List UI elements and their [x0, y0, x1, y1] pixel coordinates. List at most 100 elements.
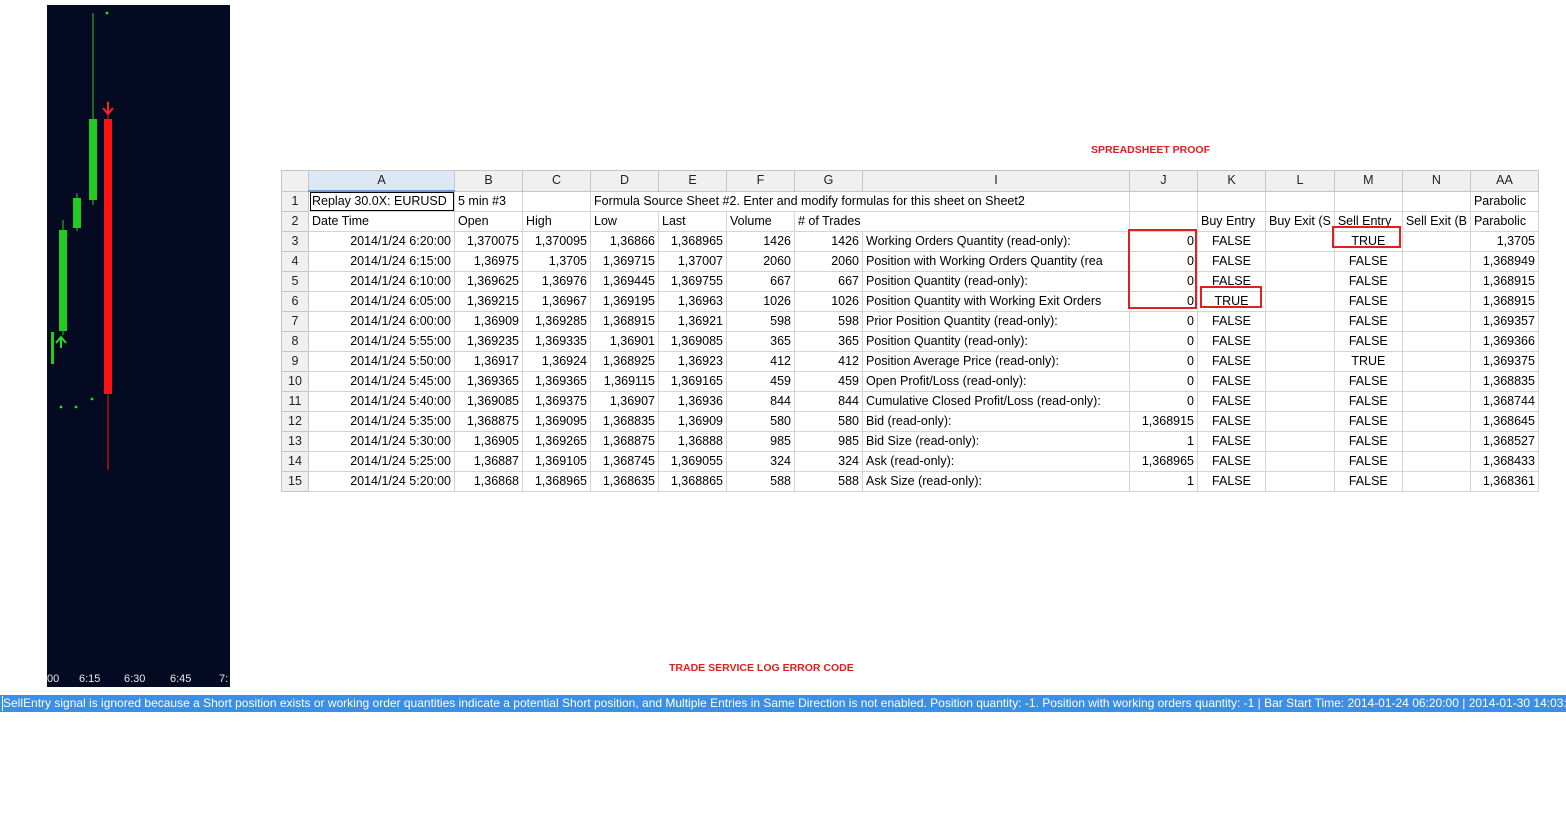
- cell[interactable]: 2060: [794, 251, 863, 272]
- cell[interactable]: 1,369105: [522, 451, 591, 472]
- cell[interactable]: [1401, 451, 1471, 472]
- column-header[interactable]: J: [1129, 170, 1198, 192]
- cell[interactable]: [1265, 391, 1335, 412]
- cell[interactable]: 2014/1/24 6:00:00: [308, 311, 455, 332]
- cell[interactable]: Parabolic: [1469, 211, 1539, 232]
- cell[interactable]: Bid (read-only):: [862, 411, 1130, 432]
- cell[interactable]: 1,368875: [454, 411, 523, 432]
- cell[interactable]: 1,368835: [590, 411, 659, 432]
- cell[interactable]: High: [522, 211, 591, 232]
- cell[interactable]: [1197, 190, 1266, 212]
- row-header[interactable]: 10: [281, 371, 309, 392]
- cell[interactable]: 1,369165: [658, 371, 727, 392]
- cell[interactable]: 1,369375: [522, 391, 591, 412]
- cell[interactable]: 0: [1129, 331, 1198, 352]
- cell[interactable]: 1,36921: [658, 311, 727, 332]
- row-header[interactable]: 11: [281, 391, 309, 412]
- cell[interactable]: 1426: [794, 231, 863, 252]
- cell[interactable]: 580: [726, 411, 795, 432]
- cell[interactable]: 1,369365: [522, 371, 591, 392]
- cell[interactable]: [1265, 271, 1335, 292]
- cell[interactable]: 0: [1129, 351, 1198, 372]
- cell[interactable]: FALSE: [1333, 271, 1403, 292]
- cell[interactable]: 2014/1/24 5:20:00: [308, 471, 455, 492]
- cell[interactable]: [1401, 391, 1471, 412]
- trade-service-log-selected-line[interactable]: SellEntry signal is ignored because a Sh…: [0, 695, 1566, 712]
- cell[interactable]: 1,36963: [658, 291, 727, 312]
- cell[interactable]: 2014/1/24 5:25:00: [308, 451, 455, 472]
- cell[interactable]: 1,36909: [658, 411, 727, 432]
- cell[interactable]: 1,368915: [1469, 271, 1539, 292]
- cell[interactable]: 1,368745: [590, 451, 659, 472]
- cell[interactable]: 1,36936: [658, 391, 727, 412]
- cell[interactable]: 1,368915: [1469, 291, 1539, 312]
- cell[interactable]: FALSE: [1197, 471, 1266, 492]
- row-header[interactable]: 1: [281, 190, 309, 212]
- cell[interactable]: Ask (read-only):: [862, 451, 1130, 472]
- cell[interactable]: Position Quantity (read-only):: [862, 271, 1130, 292]
- cell[interactable]: FALSE: [1197, 351, 1266, 372]
- cell[interactable]: 1026: [794, 291, 863, 312]
- row-header[interactable]: 9: [281, 351, 309, 372]
- cell[interactable]: 1,369085: [454, 391, 523, 412]
- cell[interactable]: 2014/1/24 6:20:00: [308, 231, 455, 252]
- cell[interactable]: 1,36976: [522, 271, 591, 292]
- cell[interactable]: [1265, 291, 1335, 312]
- cell[interactable]: [1401, 271, 1471, 292]
- column-header[interactable]: AA: [1469, 170, 1539, 192]
- cell[interactable]: [1265, 311, 1335, 332]
- cell[interactable]: 1,368527: [1469, 431, 1539, 452]
- cell[interactable]: [1265, 451, 1335, 472]
- cell[interactable]: 1,369375: [1469, 351, 1539, 372]
- column-header[interactable]: N: [1401, 170, 1471, 192]
- cell[interactable]: [1401, 190, 1471, 212]
- cell[interactable]: 0: [1129, 291, 1198, 312]
- cell[interactable]: 2014/1/24 5:45:00: [308, 371, 455, 392]
- cell[interactable]: 0: [1129, 371, 1198, 392]
- row-header[interactable]: 3: [281, 231, 309, 252]
- cell[interactable]: 1,37007: [658, 251, 727, 272]
- cell[interactable]: [1265, 471, 1335, 492]
- cell[interactable]: 1,36909: [454, 311, 523, 332]
- cell[interactable]: 1,369215: [454, 291, 523, 312]
- cell[interactable]: Volume: [726, 211, 795, 232]
- cell[interactable]: TRUE: [1333, 351, 1403, 372]
- cell[interactable]: 1,370075: [454, 231, 523, 252]
- cell[interactable]: 1,368965: [1129, 451, 1198, 472]
- cell[interactable]: TRUE: [1197, 291, 1266, 312]
- column-header[interactable]: E: [658, 170, 727, 192]
- cell[interactable]: [1401, 291, 1471, 312]
- cell[interactable]: 324: [794, 451, 863, 472]
- cell[interactable]: [1265, 231, 1335, 252]
- cell[interactable]: 1,368915: [1129, 411, 1198, 432]
- cell[interactable]: [1333, 190, 1403, 212]
- cell[interactable]: 324: [726, 451, 795, 472]
- cell[interactable]: 5 min #3: [454, 190, 523, 212]
- cell[interactable]: 1,368635: [590, 471, 659, 492]
- cell[interactable]: 1,36923: [658, 351, 727, 372]
- cell[interactable]: 1,370095: [522, 231, 591, 252]
- cell[interactable]: Date Time: [308, 211, 455, 232]
- cell[interactable]: [1401, 371, 1471, 392]
- cell[interactable]: 1,369115: [590, 371, 659, 392]
- row-header[interactable]: 7: [281, 311, 309, 332]
- row-header[interactable]: 2: [281, 211, 309, 232]
- cell[interactable]: FALSE: [1333, 371, 1403, 392]
- cell[interactable]: FALSE: [1197, 451, 1266, 472]
- cell[interactable]: 844: [794, 391, 863, 412]
- cell[interactable]: 1,368965: [658, 231, 727, 252]
- cell[interactable]: FALSE: [1197, 231, 1266, 252]
- cell[interactable]: [1265, 411, 1335, 432]
- row-header[interactable]: 6: [281, 291, 309, 312]
- cell[interactable]: 1,368744: [1469, 391, 1539, 412]
- column-header[interactable]: A: [308, 170, 455, 192]
- cell[interactable]: 844: [726, 391, 795, 412]
- column-header[interactable]: F: [726, 170, 795, 192]
- cell[interactable]: 1,368875: [590, 431, 659, 452]
- cell[interactable]: 1: [1129, 471, 1198, 492]
- cell[interactable]: [1401, 351, 1471, 372]
- cell[interactable]: 1,369335: [522, 331, 591, 352]
- cell[interactable]: FALSE: [1333, 391, 1403, 412]
- cell[interactable]: [1265, 331, 1335, 352]
- cell[interactable]: 1,369085: [658, 331, 727, 352]
